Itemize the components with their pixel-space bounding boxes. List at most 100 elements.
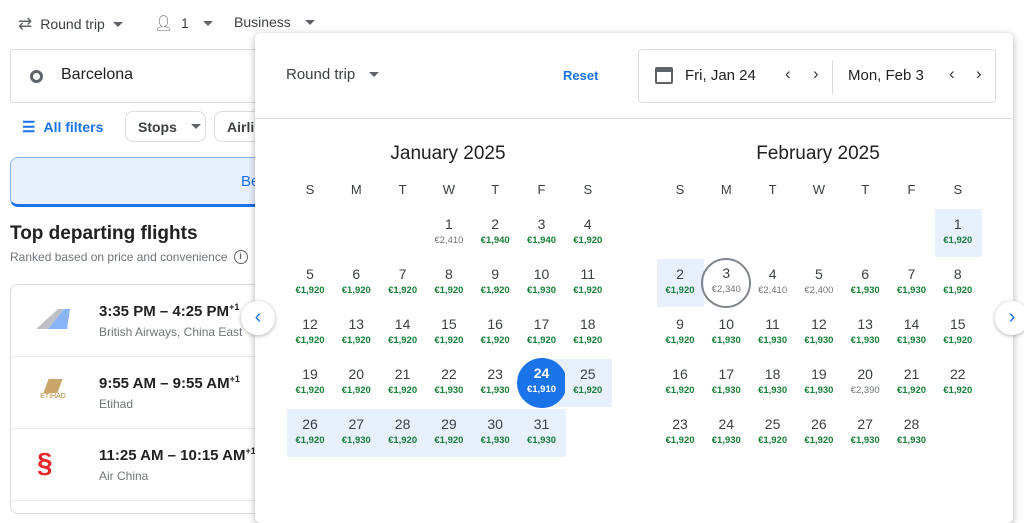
- calendar-day[interactable]: 25 €1,920: [750, 409, 796, 457]
- calendar-day[interactable]: 22 €1,930: [426, 359, 472, 407]
- calendar-day[interactable]: 17 €1,930: [703, 359, 749, 407]
- calendar-day[interactable]: 9 €1,920: [472, 259, 518, 307]
- day-number: 15: [441, 316, 457, 332]
- calendar-day[interactable]: 16 €1,920: [472, 309, 518, 357]
- calendar-day[interactable]: 12 €1,930: [796, 309, 842, 357]
- calendar-day[interactable]: 5 €2,400: [796, 259, 842, 307]
- calendar-day[interactable]: 15 €1,920: [426, 309, 472, 357]
- day-number: 5: [306, 266, 314, 282]
- calendar-day[interactable]: 4 €2,410: [750, 259, 796, 307]
- calendar-day[interactable]: 1 €1,920: [935, 209, 981, 257]
- picker-trip-type-select[interactable]: Round trip: [286, 66, 380, 83]
- day-price: €1,930: [341, 435, 371, 446]
- cabin-select[interactable]: Business: [234, 14, 315, 30]
- departure-date-field[interactable]: Fri, Jan 24: [685, 67, 756, 84]
- next-departure-date-button[interactable]: ›: [813, 64, 819, 84]
- day-price: €1,920: [388, 385, 418, 396]
- passengers-select[interactable]: 👤︎ 1: [154, 14, 213, 32]
- calendar-day[interactable]: 4 €1,920: [565, 209, 611, 257]
- prev-departure-date-button[interactable]: ‹: [785, 64, 791, 84]
- calendar-day[interactable]: 19 €1,920: [287, 359, 333, 407]
- next-return-date-button[interactable]: ›: [976, 64, 982, 84]
- cabin-label: Business: [234, 14, 291, 30]
- calendar-day[interactable]: 24 €1,930: [703, 409, 749, 457]
- calendar-day[interactable]: 1 €2,410: [426, 209, 472, 257]
- next-month-button[interactable]: ›: [995, 301, 1024, 335]
- day-price: €2,400: [804, 285, 834, 296]
- calendar-day[interactable]: 13 €1,930: [842, 309, 888, 357]
- calendar-day[interactable]: 25 €1,920: [565, 359, 611, 407]
- day-price: €1,930: [434, 385, 464, 396]
- calendar-day[interactable]: 5 €1,920: [287, 259, 333, 307]
- selected-return-day[interactable]: 3 €2,340: [701, 258, 752, 308]
- previous-month-button[interactable]: ‹: [241, 301, 275, 335]
- calendar-day[interactable]: 7 €1,920: [380, 259, 426, 307]
- calendar-day[interactable]: 19 €1,930: [796, 359, 842, 407]
- day-number: 7: [398, 266, 407, 282]
- day-price: €1,940: [526, 235, 557, 246]
- calendar-day[interactable]: 26 €1,920: [287, 409, 333, 457]
- calendar-day[interactable]: 23 €1,930: [472, 359, 518, 407]
- calendar-day[interactable]: 14 €1,930: [889, 309, 935, 357]
- calendar-day[interactable]: 6 €1,930: [842, 259, 888, 307]
- calendar-day[interactable]: 21 €1,920: [380, 359, 426, 407]
- stops-filter[interactable]: Stops: [125, 111, 206, 142]
- calendar-day[interactable]: 26 €1,920: [796, 409, 842, 457]
- calendar-day[interactable]: 7 €1,930: [889, 259, 935, 307]
- calendar-day[interactable]: 23 €1,920: [657, 409, 703, 457]
- day-number: 6: [861, 266, 870, 282]
- calendar-day[interactable]: 2 €1,920: [657, 259, 703, 307]
- calendar-day[interactable]: 30 €1,930: [472, 409, 518, 457]
- reset-button[interactable]: Reset: [563, 68, 598, 83]
- calendar-day[interactable]: 10 €1,930: [519, 259, 565, 307]
- calendar-day[interactable]: 22 €1,920: [935, 359, 981, 407]
- calendar-day[interactable]: 8 €1,920: [426, 259, 472, 307]
- calendar-day[interactable]: 2 €1,940: [472, 209, 518, 257]
- calendar-day[interactable]: 13 €1,920: [333, 309, 379, 357]
- calendar-day[interactable]: 29 €1,920: [426, 409, 472, 457]
- calendar-day[interactable]: 27 €1,930: [333, 409, 379, 457]
- day-price: €1,920: [943, 385, 973, 396]
- day-number: 21: [903, 366, 920, 382]
- day-price: €1,930: [480, 435, 510, 446]
- day-price: €1,920: [804, 435, 834, 446]
- calendar-day[interactable]: 28 €1,930: [889, 409, 935, 457]
- calendar-day[interactable]: 11 €1,930: [750, 309, 796, 357]
- day-number: 12: [811, 316, 827, 332]
- calendar-day[interactable]: 20 €2,390: [842, 359, 888, 407]
- info-icon[interactable]: i: [233, 250, 248, 264]
- calendar-day[interactable]: 8 €1,920: [935, 259, 981, 307]
- calendar-day[interactable]: 20 €1,920: [333, 359, 379, 407]
- day-number: 31: [533, 416, 550, 432]
- calendar-day[interactable]: 18 €1,930: [750, 359, 796, 407]
- calendar-day[interactable]: 12 €1,920: [287, 309, 333, 357]
- calendar-day[interactable]: 6 €1,920: [333, 259, 379, 307]
- calendar-day[interactable]: 14 €1,920: [380, 309, 426, 357]
- calendar-day[interactable]: 3 €1,940: [519, 209, 565, 257]
- prev-return-date-button[interactable]: ‹: [949, 64, 955, 84]
- all-filters-button[interactable]: ☰ All filters: [22, 118, 103, 136]
- calendar-day[interactable]: 16 €1,920: [657, 359, 703, 407]
- selected-departure-day[interactable]: 24 €1,910: [516, 358, 567, 408]
- calendar-day[interactable]: 9 €1,920: [657, 309, 703, 357]
- calendar-day[interactable]: 11 €1,920: [565, 259, 611, 307]
- calendar-day[interactable]: 15 €1,920: [935, 309, 981, 357]
- all-filters-label: All filters: [43, 119, 104, 135]
- day-price: €1,920: [943, 335, 973, 346]
- day-price: €1,920: [341, 385, 371, 396]
- day-number: 19: [811, 366, 827, 382]
- day-price: €1,930: [711, 435, 741, 446]
- return-date-field[interactable]: Mon, Feb 3: [848, 67, 924, 84]
- calendar-day[interactable]: 28 €1,920: [380, 409, 426, 457]
- trip-type-select[interactable]: ⇄ Round trip: [18, 14, 123, 34]
- day-price: €1,930: [896, 435, 927, 446]
- calendar-day[interactable]: 18 €1,920: [565, 309, 611, 357]
- calendar-day[interactable]: 27 €1,930: [842, 409, 888, 457]
- day-number: 27: [857, 416, 873, 432]
- day-price: €1,920: [295, 435, 325, 446]
- calendar-day[interactable]: 31 €1,930: [519, 409, 565, 457]
- calendar-day[interactable]: 10 €1,930: [703, 309, 749, 357]
- calendar-day[interactable]: 21 €1,920: [889, 359, 935, 407]
- day-price: €1,920: [526, 335, 557, 346]
- calendar-day[interactable]: 17 €1,920: [519, 309, 565, 357]
